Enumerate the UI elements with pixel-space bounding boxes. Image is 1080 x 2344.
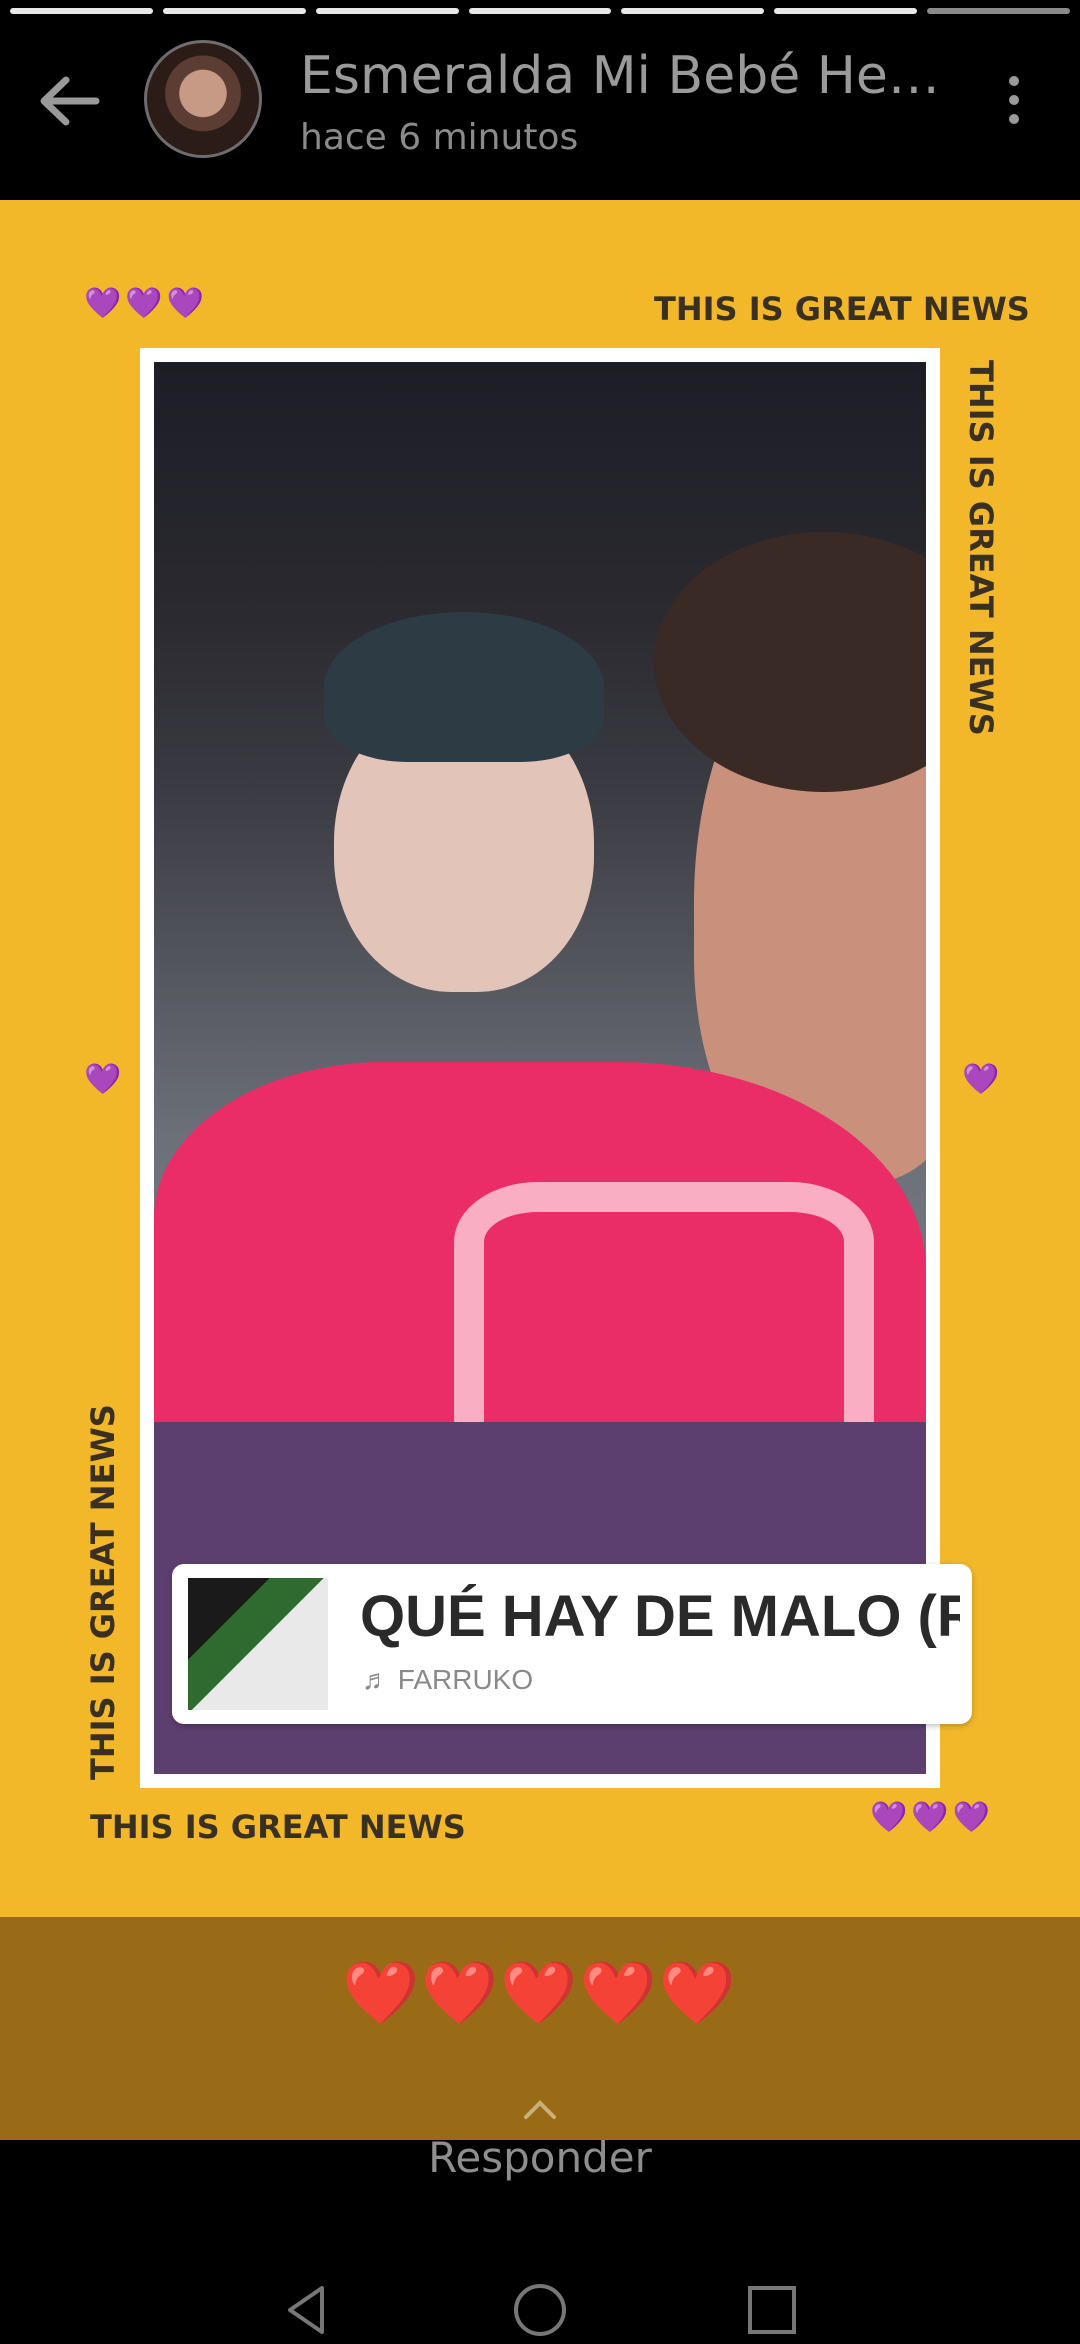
- song-title: QUÉ HAY DE MALO (REGG: [360, 1584, 960, 1649]
- quick-reactions[interactable]: ❤️❤️❤️❤️❤️: [0, 1955, 1080, 2031]
- purple-heart-right: 💜: [962, 1062, 1003, 1097]
- caption-left: THIS IS GREAT NEWS: [84, 1404, 122, 1780]
- story-photo: [154, 362, 926, 1774]
- story-content[interactable]: 💜💜💜 THIS IS GREAT NEWS THIS IS GREAT NEW…: [0, 200, 1080, 1917]
- story-header: Esmeralda Mi Bebé He… hace 6 minutos: [0, 0, 1080, 200]
- reply-bar: ❤️❤️❤️❤️❤️: [0, 1917, 1080, 2140]
- back-arrow-icon[interactable]: [34, 66, 104, 136]
- recents-square-icon[interactable]: [742, 2280, 802, 2340]
- purple-heart-icon: 💜: [962, 1062, 1004, 1097]
- chevron-up-icon[interactable]: [522, 2097, 558, 2121]
- purple-heart-icon: 💜: [84, 286, 126, 321]
- purple-hearts-bottom-right: 💜💜💜: [870, 1800, 994, 1835]
- purple-heart-left: 💜: [84, 1062, 125, 1097]
- system-navigation-bar: [0, 2280, 1080, 2340]
- progress-segment: [315, 8, 459, 14]
- more-options-icon[interactable]: [990, 70, 1038, 130]
- music-sticker[interactable]: QUÉ HAY DE MALO (REGG ♬ FARRUKO: [172, 1564, 972, 1724]
- purple-heart-icon: 💜: [125, 286, 167, 321]
- back-triangle-icon[interactable]: [278, 2280, 338, 2340]
- caption-right: THIS IS GREAT NEWS: [962, 360, 1000, 736]
- home-circle-icon[interactable]: [510, 2280, 570, 2340]
- caption-bottom: THIS IS GREAT NEWS: [90, 1808, 466, 1846]
- song-artist: ♬ FARRUKO: [362, 1664, 534, 1695]
- story-progress-bar: [10, 8, 1071, 14]
- progress-segment: [621, 8, 765, 14]
- purple-heart-icon: 💜: [952, 1800, 995, 1835]
- progress-segment: [10, 8, 153, 14]
- progress-segment-current: [927, 8, 1071, 14]
- music-note-icon: ♬: [362, 1664, 390, 1695]
- purple-heart-icon: 💜: [84, 1062, 126, 1097]
- avatar[interactable]: [144, 40, 262, 158]
- contact-name[interactable]: Esmeralda Mi Bebé He…: [300, 44, 940, 108]
- purple-heart-icon: 💜: [870, 1800, 912, 1835]
- progress-segment: [162, 8, 306, 14]
- purple-hearts-top-left: 💜💜💜: [84, 286, 208, 321]
- progress-segment: [468, 8, 612, 14]
- purple-heart-icon: 💜: [166, 286, 209, 321]
- reply-button[interactable]: Responder: [0, 2133, 1080, 2182]
- purple-heart-icon: 💜: [911, 1800, 953, 1835]
- album-art-image: [188, 1578, 328, 1710]
- story-timestamp: hace 6 minutos: [300, 117, 579, 158]
- caption-top: THIS IS GREAT NEWS: [654, 290, 1030, 328]
- progress-segment: [774, 8, 918, 14]
